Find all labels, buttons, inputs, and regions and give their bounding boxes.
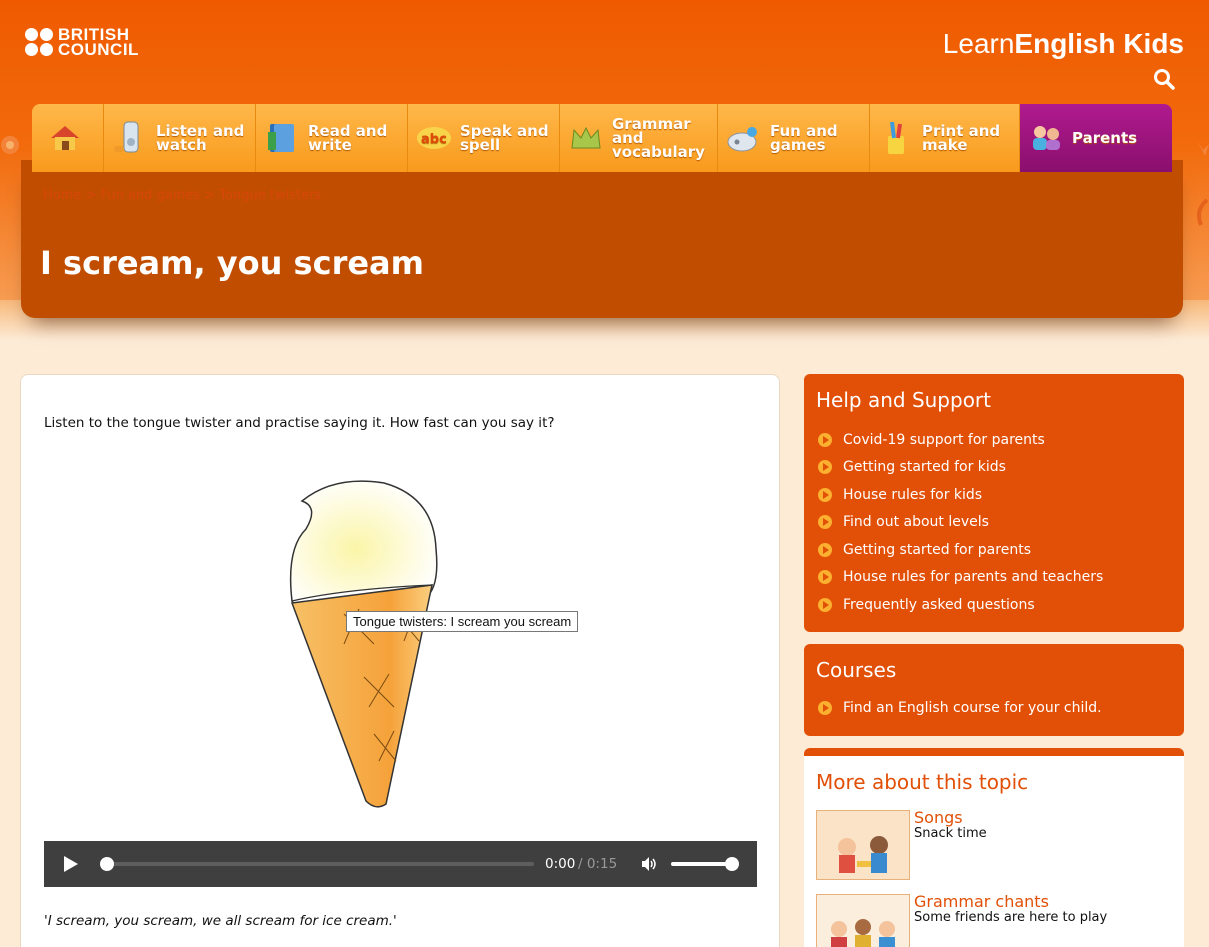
link-label: Frequently asked questions [843,596,1035,613]
audio-player: 0:00 / 0:15 [44,841,757,887]
help-links: Covid-19 support for parents Getting sta… [818,426,1184,619]
nav-item-home[interactable] [32,104,104,172]
courses-box: Courses Find an English course for your … [804,644,1184,736]
intro-text: Listen to the tongue twister and practis… [44,415,555,431]
link-label: Covid-19 support for parents [843,431,1045,448]
nav-label: Listen and watch [156,122,245,154]
title-banner: Home > Fun and games > Tongue twisters I… [21,160,1183,318]
british-council-logo[interactable]: BRITISH COUNCIL [25,26,139,59]
progress-handle[interactable] [100,857,114,871]
more-title: More about this topic [816,770,1029,794]
help-link[interactable]: Covid-19 support for parents [818,426,1184,454]
gamepad-icon [727,127,757,152]
songs-thumbnail [816,810,910,880]
main-content: Listen to the tongue twister and practis… [20,374,780,947]
topic-title: Songs [914,808,963,827]
arrow-bullet-icon [818,542,832,557]
grammar-chants-thumbnail [816,894,910,947]
help-link[interactable]: House rules for parents and teachers [818,564,1184,592]
mp3-player-icon [114,121,139,153]
current-time: 0:00 [545,856,576,872]
play-icon[interactable] [64,856,78,872]
tongue-twister-quote: 'I scream, you scream, we all scream for… [44,913,397,929]
progress-bar[interactable] [102,862,534,866]
svg-text:abc: abc [421,132,447,147]
abc-speech-icon: abc [417,127,451,149]
help-link[interactable]: Getting started for parents [818,536,1184,564]
duration: / 0:15 [578,856,618,872]
help-link[interactable]: Getting started for kids [818,454,1184,482]
link-label: Find an English course for your child. [843,699,1102,716]
nav-item-read-and-write[interactable]: Read and write [256,104,408,172]
more-about-topic-box: More about this topic Songs Snack time G… [804,748,1184,947]
course-link[interactable]: Find an English course for your child. [818,694,1184,722]
parents-icon [1033,126,1060,150]
courses-title: Courses [816,658,897,682]
nav-label: Fun and games [770,122,838,154]
site-name-bold: English Kids [1014,28,1184,59]
arrow-bullet-icon [818,700,832,715]
home-icon [50,126,79,150]
nav-item-parents[interactable]: Parents [1020,104,1172,172]
help-link[interactable]: House rules for kids [818,481,1184,509]
arrow-bullet-icon [818,487,832,502]
topic-subtitle: Some friends are here to play [914,910,1108,925]
video-title-tooltip: Tongue twisters: I scream you scream [346,611,579,632]
nav-item-speak-and-spell[interactable]: abc Speak and spell [408,104,560,172]
topic-card[interactable]: Grammar chants Some friends are here to … [816,894,1107,947]
pencil-cup-icon [888,121,904,154]
site-name-light: Learn [942,28,1015,59]
volume-slider[interactable] [671,862,731,866]
courses-links: Find an English course for your child. [818,694,1184,722]
nav-item-grammar-and-vocabulary[interactable]: Grammar and vocabulary [560,104,718,172]
nav-item-print-and-make[interactable]: Print and make [870,104,1020,172]
nav-label: Speak and spell [460,122,549,154]
ice-cream-illustration [289,480,438,808]
volume-icon[interactable] [640,855,658,873]
nav-label: Parents [1072,129,1138,147]
help-link[interactable]: Find out about levels [818,509,1184,537]
nav-label: Grammar and vocabulary [612,115,705,161]
crown-icon [571,126,601,149]
main-nav: Listen and watch Read and write abc Spea… [32,104,1172,172]
link-label: Getting started for parents [843,541,1031,558]
help-link[interactable]: Frequently asked questions [818,591,1184,619]
nav-label: Print and make [922,122,1001,154]
nav-item-fun-and-games[interactable]: Fun and games [718,104,870,172]
logo-line-2: COUNCIL [58,40,139,59]
link-label: Getting started for kids [843,459,1006,476]
link-label: House rules for parents and teachers [843,569,1104,586]
page-title: I scream, you scream [40,244,424,282]
link-label: House rules for kids [843,486,983,503]
british-council-dots-icon [25,28,53,56]
video-frame[interactable]: Tongue twisters: I scream you scream [44,449,630,834]
book-icon [268,124,294,152]
arrow-bullet-icon [818,515,832,530]
flower-decoration-icon [1197,140,1209,226]
help-and-support-box: Help and Support Covid-19 support for pa… [804,374,1184,632]
nav-label: Read and write [308,122,388,154]
learnenglish-kids-logo[interactable]: LearnEnglish Kids [943,28,1184,60]
breadcrumb[interactable]: Home > Fun and games > Tongue twisters [43,188,321,203]
link-label: Find out about levels [843,514,989,531]
arrow-bullet-icon [818,570,832,585]
topic-subtitle: Snack time [914,826,987,841]
help-title: Help and Support [816,388,991,412]
volume-handle[interactable] [725,857,739,871]
arrow-bullet-icon [818,460,832,475]
topic-card[interactable]: Songs Snack time [816,810,987,880]
nav-item-listen-and-watch[interactable]: Listen and watch [104,104,256,172]
search-icon[interactable] [1153,68,1175,90]
arrow-bullet-icon [818,432,832,447]
topic-title: Grammar chants [914,892,1049,911]
arrow-bullet-icon [818,597,832,612]
